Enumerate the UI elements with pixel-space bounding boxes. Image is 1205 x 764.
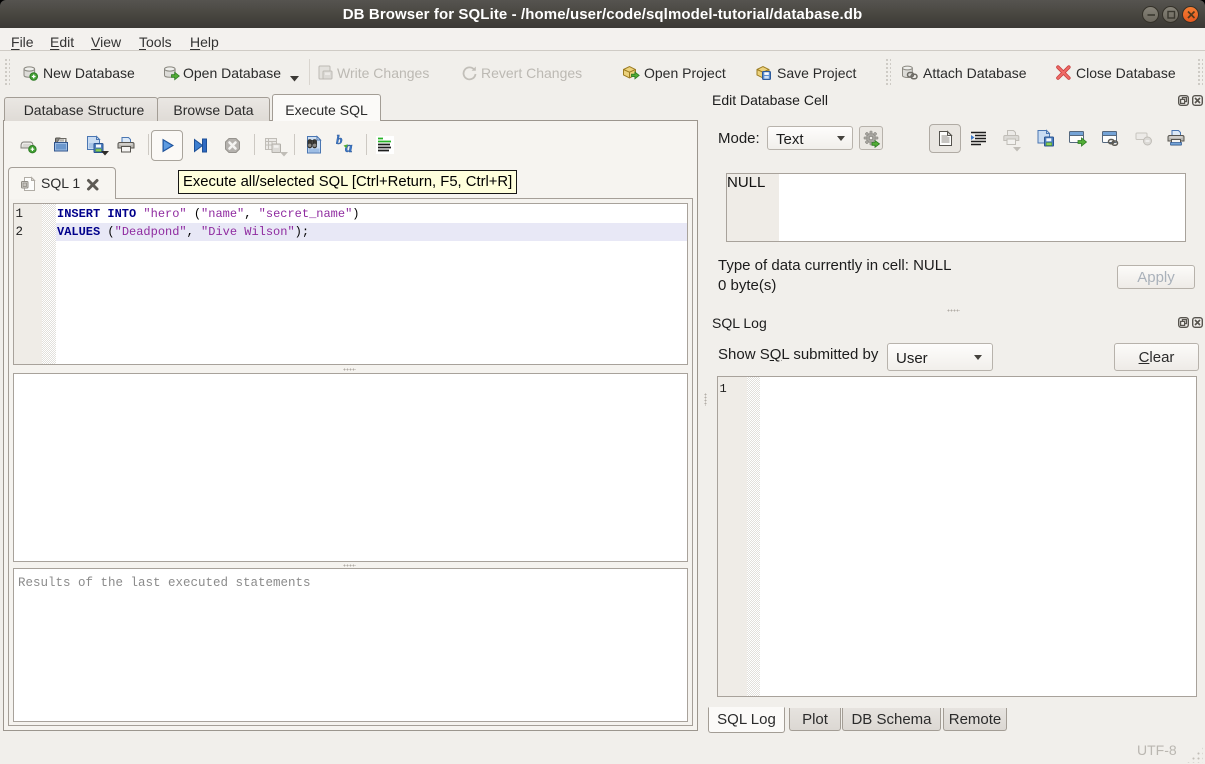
svg-text:b: b <box>336 133 343 147</box>
